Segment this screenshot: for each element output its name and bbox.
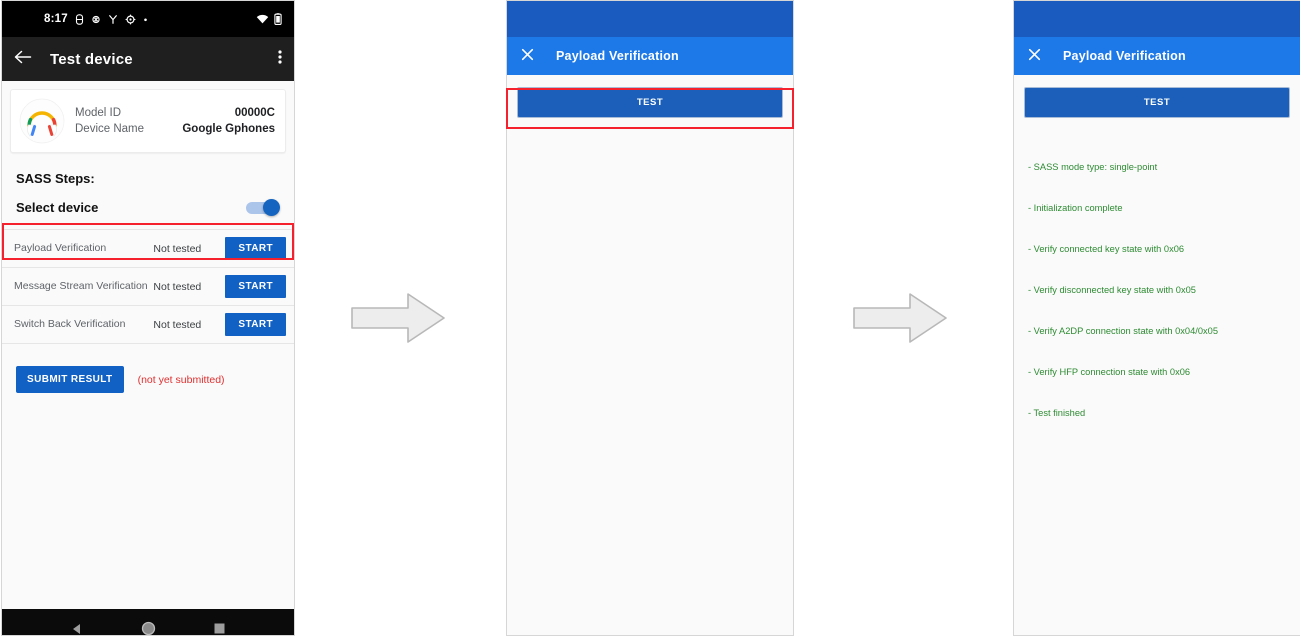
device-info-rows: Model ID 00000C Device Name Google Gphon… xyxy=(75,105,275,137)
bluetooth-icon xyxy=(91,14,101,25)
device-value-device-name: Google Gphones xyxy=(182,123,275,135)
flow-arrow-right xyxy=(852,290,948,351)
test-name: Switch Back Verification xyxy=(14,317,126,330)
test-status: Not tested xyxy=(153,280,202,293)
sim-icon xyxy=(75,13,84,25)
device-row-model-id: Model ID 00000C xyxy=(75,105,275,121)
submit-result-area: SUBMIT RESULT (not yet submitted) xyxy=(16,366,294,393)
phone-panel-test-device: 8:17 Test device Model ID 00000C Device … xyxy=(1,0,295,636)
toggle-thumb xyxy=(263,198,280,216)
test-button[interactable]: TEST xyxy=(1024,87,1290,118)
submit-result-button[interactable]: SUBMIT RESULT xyxy=(16,366,124,393)
table-row[interactable]: Payload Verification Not tested START xyxy=(2,229,294,268)
screenshot-stage: 8:17 Test device Model ID 00000C Device … xyxy=(0,0,1300,636)
select-device-label: Select device xyxy=(16,200,99,215)
log-line: - SASS mode type: single-point xyxy=(1028,162,1158,173)
start-button[interactable]: START xyxy=(225,275,286,298)
status-bar-blue xyxy=(1014,1,1300,37)
status-bar-blue xyxy=(507,1,793,37)
test-button[interactable]: TEST xyxy=(517,87,783,118)
table-row[interactable]: Message Stream Verification Not tested S… xyxy=(2,268,294,306)
status-bar: 8:17 xyxy=(2,1,294,37)
page-title: Test device xyxy=(50,50,133,68)
status-bar-left: 8:17 xyxy=(44,13,148,25)
start-button[interactable]: START xyxy=(225,237,286,260)
device-row-device-name: Device Name Google Gphones xyxy=(75,121,275,137)
log-line: - Verify HFP connection state with 0x06 xyxy=(1028,367,1191,378)
test-status: Not tested xyxy=(153,318,202,331)
home-circle-icon[interactable] xyxy=(141,621,156,635)
log-line: - Verify A2DP connection state with 0x04… xyxy=(1028,326,1219,337)
test-name: Message Stream Verification xyxy=(14,279,148,292)
log-line: - Verify connected key state with 0x06 xyxy=(1028,244,1185,255)
test-log: - SASS mode type: single-point - Initial… xyxy=(1024,134,1290,448)
submit-status-note: (not yet submitted) xyxy=(137,373,225,386)
start-button[interactable]: START xyxy=(225,313,286,336)
log-line: - Verify disconnected key state with 0x0… xyxy=(1028,285,1196,296)
dialog-title: Payload Verification xyxy=(1063,49,1186,63)
dot-icon xyxy=(143,14,148,25)
select-device-row: Select device xyxy=(16,198,280,216)
test-status: Not tested xyxy=(153,242,202,255)
log-line: - Initialization complete xyxy=(1028,203,1123,214)
panel2-body: TEST xyxy=(507,87,793,635)
app-bar-payload: Payload Verification xyxy=(507,37,793,75)
app-bar-payload: Payload Verification xyxy=(1014,37,1300,75)
wifi-icon xyxy=(256,14,269,25)
phone-panel-payload-verification-start: Payload Verification TEST xyxy=(506,0,794,636)
back-arrow-icon[interactable] xyxy=(14,49,32,70)
dialog-title: Payload Verification xyxy=(556,49,679,63)
close-icon[interactable] xyxy=(521,48,534,64)
status-bar-clock: 8:17 xyxy=(44,13,68,25)
android-navigation-bar xyxy=(2,609,294,636)
headphones-icon xyxy=(19,98,65,144)
status-bar-right xyxy=(256,13,282,25)
recents-square-icon[interactable] xyxy=(213,622,226,635)
close-icon[interactable] xyxy=(1028,48,1041,64)
battery-icon xyxy=(274,13,282,25)
device-label-model-id: Model ID xyxy=(75,107,122,119)
app-bar: Test device xyxy=(2,37,294,81)
flow-arrow-right xyxy=(350,290,446,351)
device-label-device-name: Device Name xyxy=(75,123,145,135)
phone-panel-payload-verification-result: Payload Verification TEST - SASS mode ty… xyxy=(1013,0,1300,636)
sass-steps-heading: SASS Steps: xyxy=(16,171,95,186)
select-device-toggle[interactable] xyxy=(246,198,280,216)
panel3-body: TEST - SASS mode type: single-point - In… xyxy=(1014,87,1300,635)
test-name: Payload Verification xyxy=(14,241,107,254)
vpn-icon xyxy=(108,14,118,25)
overflow-menu-icon[interactable] xyxy=(278,49,282,70)
table-row[interactable]: Switch Back Verification Not tested STAR… xyxy=(2,306,294,344)
panel1-content: Model ID 00000C Device Name Google Gphon… xyxy=(2,89,294,609)
back-triangle-icon[interactable] xyxy=(70,622,84,636)
settings-icon xyxy=(125,14,136,25)
test-step-list: Payload Verification Not tested START Me… xyxy=(2,229,294,344)
log-line: - Test finished xyxy=(1028,408,1086,419)
device-value-model-id: 00000C xyxy=(234,107,275,119)
device-info-card: Model ID 00000C Device Name Google Gphon… xyxy=(10,89,286,153)
